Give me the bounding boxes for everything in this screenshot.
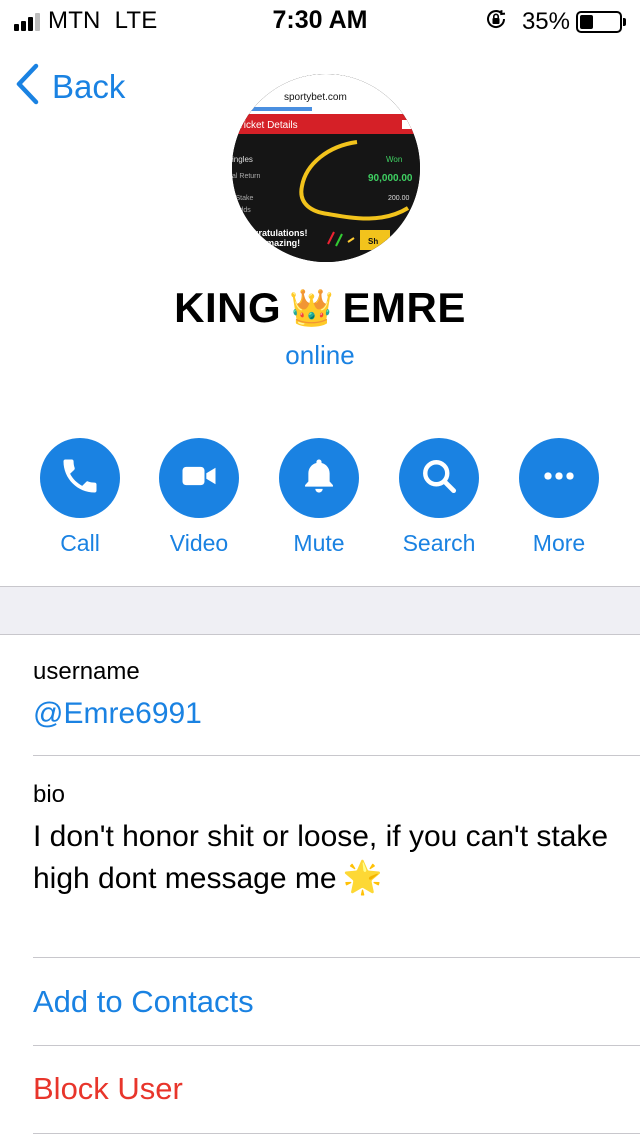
profile-name: KING 👑 EMRE bbox=[0, 284, 640, 332]
avatar[interactable]: sportybet.com Ticket Details ingles Won … bbox=[232, 74, 420, 262]
separator bbox=[33, 957, 640, 958]
action-bar: Call Video Mute Search More bbox=[0, 438, 640, 568]
avatar-row3: l Stake bbox=[232, 195, 254, 202]
avatar-won: Won bbox=[386, 155, 402, 164]
avatar-image: sportybet.com Ticket Details ingles Won … bbox=[232, 74, 420, 262]
more-button-circle bbox=[519, 438, 599, 518]
avatar-row4: Odds bbox=[234, 207, 251, 214]
search-button[interactable]: Search bbox=[379, 438, 499, 557]
username-caption: username bbox=[33, 658, 140, 685]
mute-button-circle bbox=[279, 438, 359, 518]
mute-button[interactable]: Mute bbox=[259, 438, 379, 557]
video-button-circle bbox=[159, 438, 239, 518]
profile-name-first: KING bbox=[174, 284, 282, 331]
video-button[interactable]: Video bbox=[139, 438, 259, 557]
bio-body: I don't honor shit or loose, if you can'… bbox=[33, 820, 609, 895]
crown-icon: 👑 bbox=[289, 288, 335, 329]
avatar-row1: ingles bbox=[232, 155, 253, 164]
avatar-row2: al Return bbox=[232, 173, 261, 180]
video-label: Video bbox=[169, 530, 229, 556]
battery-level-fill bbox=[580, 14, 593, 29]
search-label: Search bbox=[402, 530, 476, 556]
battery-cap bbox=[623, 17, 626, 26]
avatar-banner2: are Amazing! bbox=[244, 238, 300, 248]
section-divider bbox=[0, 586, 640, 635]
glowing-star-icon: 🌟 bbox=[342, 858, 383, 896]
back-button[interactable]: Back bbox=[14, 62, 125, 111]
add-to-contacts-button[interactable]: Add to Contacts bbox=[33, 984, 254, 1020]
block-user-button[interactable]: Block User bbox=[33, 1071, 183, 1107]
avatar-banner1: ongratulations! bbox=[242, 228, 308, 238]
battery-icon bbox=[576, 10, 622, 33]
call-button[interactable]: Call bbox=[20, 438, 140, 557]
video-camera-icon bbox=[177, 454, 221, 503]
call-button-circle bbox=[40, 438, 120, 518]
phone-icon bbox=[58, 454, 102, 503]
status-bar: MTN LTE 7:30 AM 35% bbox=[0, 0, 640, 40]
orientation-lock-icon bbox=[484, 7, 508, 36]
battery-percentage: 35% bbox=[521, 7, 570, 35]
separator bbox=[33, 1045, 640, 1046]
separator bbox=[33, 755, 640, 756]
bell-icon bbox=[297, 454, 341, 503]
status-right: 35% bbox=[484, 7, 626, 36]
avatar-share: Sh bbox=[368, 237, 378, 246]
bio-caption: bio bbox=[33, 781, 66, 808]
more-dots-icon bbox=[537, 454, 581, 503]
username-value[interactable]: @Emre6991 bbox=[33, 697, 202, 731]
search-button-circle bbox=[399, 438, 479, 518]
search-icon bbox=[417, 454, 461, 503]
more-label: More bbox=[532, 530, 586, 556]
avatar-header: Ticket Details bbox=[238, 120, 298, 131]
mute-label: Mute bbox=[293, 530, 345, 556]
more-button[interactable]: More bbox=[499, 438, 619, 557]
bio-text: I don't honor shit or loose, if you can'… bbox=[33, 816, 623, 899]
call-label: Call bbox=[60, 530, 100, 556]
profile-name-last: EMRE bbox=[342, 284, 466, 331]
separator bbox=[33, 1133, 640, 1134]
avatar-stake: 200.00 bbox=[388, 195, 410, 202]
chevron-left-icon bbox=[14, 62, 40, 111]
avatar-site: sportybet.com bbox=[284, 92, 347, 103]
online-status: online bbox=[285, 340, 355, 370]
back-label: Back bbox=[52, 67, 126, 105]
avatar-amount: 90,000.00 bbox=[368, 173, 413, 184]
